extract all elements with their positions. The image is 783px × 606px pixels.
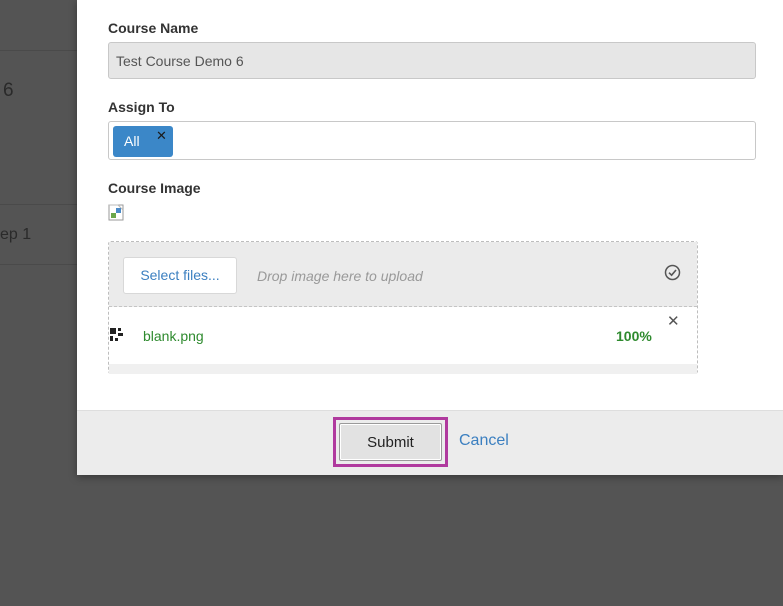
assign-to-multiselect[interactable]: All ✕: [108, 121, 756, 160]
drop-hint-text: Drop image here to upload: [257, 268, 423, 284]
uploaded-file-row: blank.png 100% ✕: [109, 307, 697, 364]
edit-course-dialog: Course Name Assign To All ✕ Course Image…: [77, 0, 783, 475]
background-divider: [0, 204, 80, 205]
check-circle-icon: [664, 264, 681, 286]
background-text: ep 1: [0, 226, 32, 243]
drop-zone[interactable]: Select files... Drop image here to uploa…: [109, 242, 697, 307]
background-text: 6: [3, 80, 14, 101]
cancel-link[interactable]: Cancel: [459, 432, 509, 450]
file-icon: [110, 328, 124, 347]
course-name-input[interactable]: [108, 42, 756, 79]
select-files-button[interactable]: Select files...: [123, 257, 237, 294]
assign-to-label: Assign To: [108, 99, 175, 115]
course-image-label: Course Image: [108, 180, 201, 196]
background-divider: [0, 50, 80, 51]
broken-image-icon: [108, 204, 126, 222]
dialog-footer: Submit Cancel: [77, 410, 783, 475]
submit-button[interactable]: Submit: [339, 423, 442, 461]
upload-progress-text: 100%: [616, 328, 652, 344]
upload-list-footer: [109, 364, 697, 374]
tag-remove-icon[interactable]: ✕: [156, 128, 167, 144]
course-name-label: Course Name: [108, 20, 199, 36]
assign-tag-label: All: [124, 133, 140, 149]
file-upload-widget: Select files... Drop image here to uploa…: [108, 241, 698, 374]
file-name: blank.png: [143, 328, 204, 344]
close-icon[interactable]: ✕: [667, 312, 680, 330]
background-divider: [0, 264, 80, 265]
assign-tag-all: All ✕: [113, 126, 173, 157]
